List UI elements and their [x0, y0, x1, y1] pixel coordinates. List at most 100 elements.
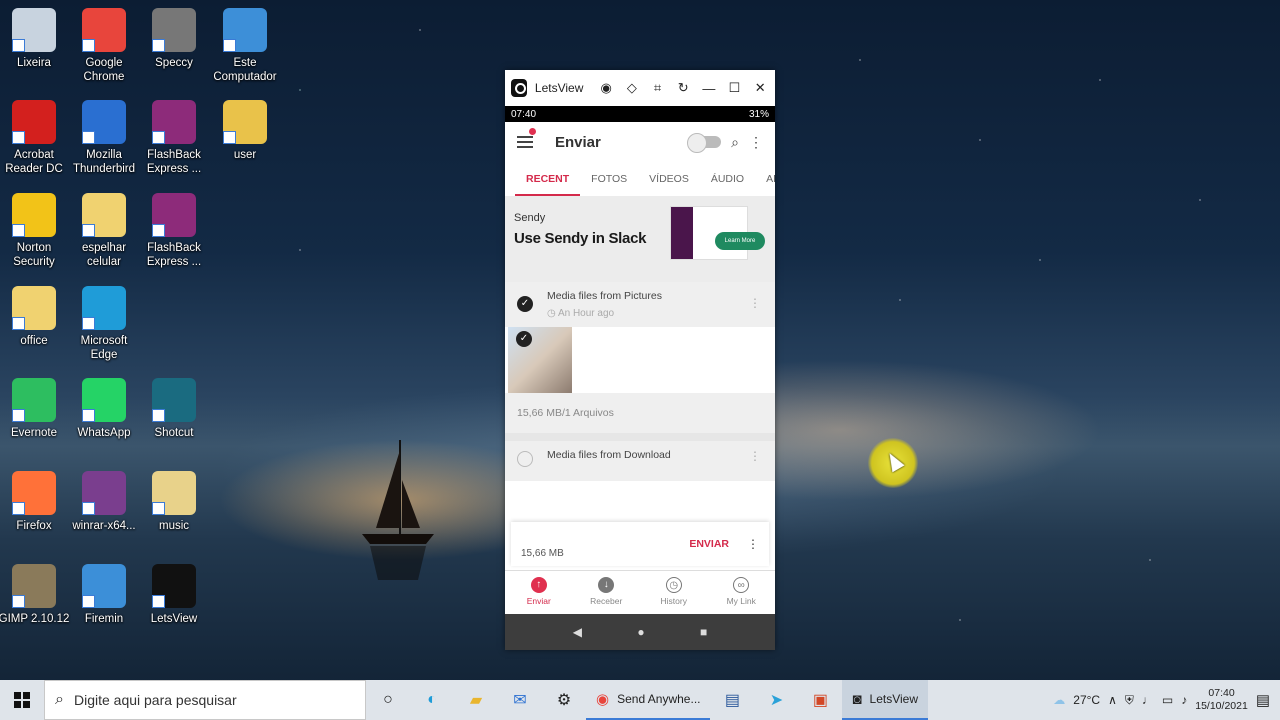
search-icon[interactable]: ⌕	[731, 134, 739, 151]
diamond-icon[interactable]: ◇	[623, 80, 641, 96]
desktop-icon[interactable]: Google Chrome	[67, 8, 141, 84]
evernote-icon	[12, 378, 56, 422]
desktop-icon[interactable]: Mozilla Thunderbird	[67, 100, 141, 176]
desktop-icon-label: Firefox	[16, 520, 52, 532]
tab-recent[interactable]: RECENT	[515, 162, 581, 196]
desktop-icon[interactable]: FlashBack Express ...	[137, 100, 211, 176]
desktop-icon[interactable]: Acrobat Reader DC	[0, 100, 71, 176]
desktop-icon-label: Este Computador	[213, 57, 277, 83]
desktop-icon[interactable]: Este Computador	[208, 8, 282, 84]
desktop-icon[interactable]: GIMP 2.10.12	[0, 564, 71, 626]
menu-icon[interactable]	[517, 136, 533, 148]
desktop-icon[interactable]: Speccy	[137, 8, 211, 70]
desktop-icon[interactable]: Firemin	[67, 564, 141, 626]
ad-cta-button[interactable]: Learn More	[715, 232, 765, 250]
word-icon[interactable]: ▤	[710, 680, 754, 720]
desktop-icon[interactable]: Lixeira	[0, 8, 71, 70]
edge-icon[interactable]: ◐	[410, 680, 454, 720]
send-more-icon[interactable]: ⋮	[747, 537, 759, 551]
unchecked-circle-icon[interactable]	[517, 451, 533, 467]
clock-icon: ◷	[665, 577, 682, 593]
chevron-up-icon[interactable]: ∧	[1108, 693, 1117, 707]
edge-icon	[82, 286, 126, 330]
desktop-icon[interactable]: espelhar celular	[67, 193, 141, 269]
speccy-icon	[152, 8, 196, 52]
minimize-button[interactable]: —	[700, 81, 718, 96]
check-icon[interactable]: ✓	[516, 331, 532, 347]
clock[interactable]: 07:40 15/10/2021	[1195, 687, 1248, 713]
desktop-icon[interactable]: Evernote	[0, 378, 71, 440]
more-icon[interactable]: ⋮	[749, 134, 763, 151]
weather-icon[interactable]: ☁	[1053, 693, 1065, 707]
desktop-icon-label: FlashBack Express ...	[146, 149, 202, 175]
status-time: 07:40	[511, 108, 537, 120]
image-thumbnail[interactable]: ✓	[508, 327, 572, 393]
ad-banner[interactable]: Sendy Use Sendy in Slack Learn More	[505, 196, 775, 282]
nav-enviar[interactable]: ↑ Enviar	[505, 571, 573, 614]
letsview-window[interactable]: LetsView ◉ ◇ ⌗ ↻ — ☐ ✕ 07:40 31% Enviar …	[505, 70, 775, 650]
settings-icon[interactable]: ⚙	[542, 680, 586, 720]
phone-status-bar: 07:40 31%	[505, 106, 775, 122]
network-icon[interactable]: ▭	[1162, 693, 1173, 707]
microphone-icon[interactable]: ♩	[1142, 693, 1154, 707]
desktop-icon[interactable]: office	[0, 286, 71, 348]
send-button[interactable]: ENVIAR	[689, 538, 729, 550]
android-nav-bar: ◀ ● ■	[505, 614, 775, 650]
tab-aplicativos[interactable]: APLICAT	[755, 162, 775, 196]
desktop-icon-label: winrar-x64...	[72, 520, 136, 532]
firemin-icon	[82, 564, 126, 608]
nav-receber[interactable]: ↓ Receber	[573, 571, 641, 614]
desktop-icon[interactable]: FlashBack Express ...	[137, 193, 211, 269]
desktop-icon[interactable]: music	[137, 471, 211, 533]
taskbar-search[interactable]: ⌕ Digite aqui para pesquisar	[44, 680, 366, 720]
group-more-icon[interactable]: ⋮	[749, 296, 761, 310]
search-placeholder: Digite aqui para pesquisar	[73, 692, 237, 708]
desktop-icon[interactable]: WhatsApp	[67, 378, 141, 440]
check-icon[interactable]: ✓	[517, 296, 533, 312]
taskbar-app-letsview[interactable]: ◙ LetsView	[842, 680, 929, 720]
media-group-pictures[interactable]: ✓ Media files from Pictures ◷ An Hour ag…	[505, 282, 775, 327]
nav-history[interactable]: ◷ History	[640, 571, 708, 614]
close-button[interactable]: ✕	[751, 80, 769, 96]
desktop-icon[interactable]: Firefox	[0, 471, 71, 533]
back-icon[interactable]: ◀	[573, 625, 582, 639]
desktop-icon[interactable]: Shotcut	[137, 378, 211, 440]
status-battery: 31%	[748, 108, 769, 120]
file-explorer-icon[interactable]: ▰	[454, 680, 498, 720]
crop-icon[interactable]: ⌗	[649, 80, 667, 96]
desktop-icon[interactable]: Norton Security	[0, 193, 71, 269]
notifications-icon[interactable]: ▤	[1256, 691, 1270, 709]
flashback-icon	[152, 193, 196, 237]
notification-dot	[529, 128, 536, 135]
upload-icon: ↑	[530, 577, 547, 593]
volume-icon[interactable]: ♪	[1181, 693, 1187, 707]
recents-icon[interactable]: ■	[700, 625, 707, 639]
media-group-download[interactable]: Media files from Download ⋮	[505, 441, 775, 481]
tab-videos[interactable]: VÍDEOS	[638, 162, 700, 196]
group-more-icon[interactable]: ⋮	[749, 449, 761, 463]
security-icon[interactable]: ⛨	[1125, 693, 1134, 708]
tab-audio[interactable]: ÁUDIO	[700, 162, 755, 196]
taskbar-app-chrome[interactable]: ◉ Send Anywhe...	[586, 680, 711, 720]
desktop-icon[interactable]: winrar-x64...	[67, 471, 141, 533]
home-icon[interactable]: ●	[637, 625, 644, 639]
maximize-button[interactable]: ☐	[726, 80, 744, 96]
desktop-icon[interactable]: user	[208, 100, 282, 162]
cortana-icon[interactable]: ○	[366, 680, 410, 720]
tab-fotos[interactable]: FOTOS	[580, 162, 638, 196]
download-thumbnails	[505, 481, 775, 519]
nav-my-link[interactable]: ∞ My Link	[708, 571, 776, 614]
folder-icon	[82, 193, 126, 237]
mail-icon[interactable]: ✉	[498, 680, 542, 720]
desktop-icon-label: espelhar celular	[81, 242, 127, 268]
record-icon[interactable]: ◉	[597, 80, 615, 96]
desktop-icon[interactable]: Microsoft Edge	[67, 286, 141, 362]
telegram-icon[interactable]: ➤	[754, 680, 798, 720]
desktop-icon-label: Evernote	[10, 427, 58, 439]
rotate-icon[interactable]: ↻	[674, 80, 692, 96]
powerpoint-icon[interactable]: ▣	[798, 680, 842, 720]
start-button[interactable]	[0, 680, 44, 720]
desktop-icon[interactable]: LetsView	[137, 564, 211, 626]
temperature[interactable]: 27°C	[1073, 693, 1100, 707]
toggle-switch[interactable]	[687, 133, 722, 153]
